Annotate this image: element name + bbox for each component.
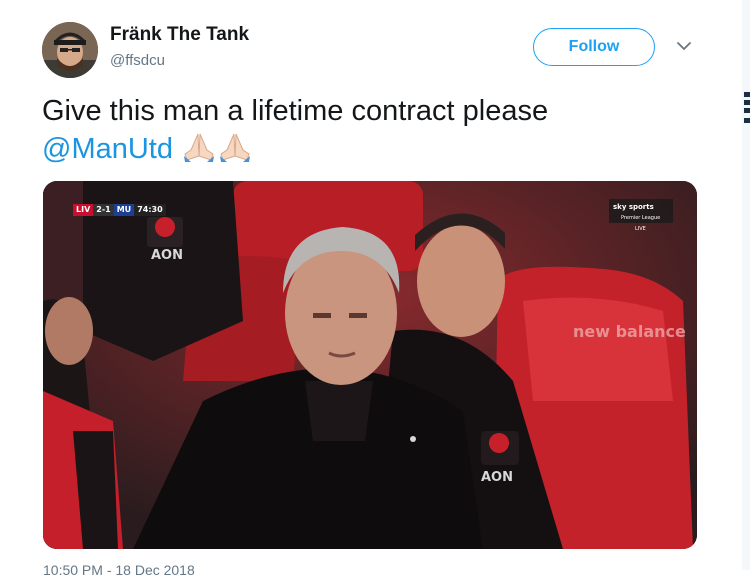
score-home: LIV bbox=[73, 204, 94, 216]
shirt-sponsor: AON bbox=[481, 470, 513, 485]
folded-hands-icon bbox=[181, 132, 217, 172]
follow-button[interactable]: Follow bbox=[533, 28, 655, 66]
edge-marker bbox=[744, 92, 750, 97]
edge-marker bbox=[744, 108, 750, 113]
broadcaster-sub: Premier League bbox=[621, 215, 660, 221]
avatar[interactable] bbox=[42, 22, 98, 78]
tweet-timestamp[interactable]: 10:50 PM - 18 Dec 2018 bbox=[43, 562, 195, 578]
edge-marker bbox=[744, 100, 750, 105]
user-handle[interactable]: @ffsdcu bbox=[110, 52, 165, 69]
mention-link[interactable]: @ManUtd bbox=[42, 133, 173, 165]
folded-hands-icon bbox=[217, 132, 253, 172]
broadcaster-logo: sky sports bbox=[613, 203, 654, 211]
score-value: 2-1 bbox=[93, 204, 114, 216]
tweet-body: Give this man a lifetime contract please bbox=[42, 95, 549, 127]
match-clock: 74:30 bbox=[134, 204, 166, 216]
score-away: MU bbox=[113, 204, 135, 216]
display-name[interactable]: Fränk The Tank bbox=[110, 24, 249, 46]
tweet-media[interactable]: sky sports Premier League LIVE new balan… bbox=[43, 181, 697, 549]
score-bug: LIV 2-1 MU 74:30 bbox=[73, 204, 166, 216]
shirt-sponsor: AON bbox=[151, 248, 183, 263]
seat-brand: new balance bbox=[573, 322, 686, 341]
media-scene: sky sports Premier League LIVE new balan… bbox=[43, 181, 697, 549]
chevron-down-icon[interactable] bbox=[674, 36, 694, 56]
page-edge-strip bbox=[742, 0, 750, 570]
broadcaster-live: LIVE bbox=[635, 226, 646, 232]
tweet-text: Give this man a lifetime contract please… bbox=[42, 92, 702, 172]
edge-marker bbox=[744, 118, 750, 123]
